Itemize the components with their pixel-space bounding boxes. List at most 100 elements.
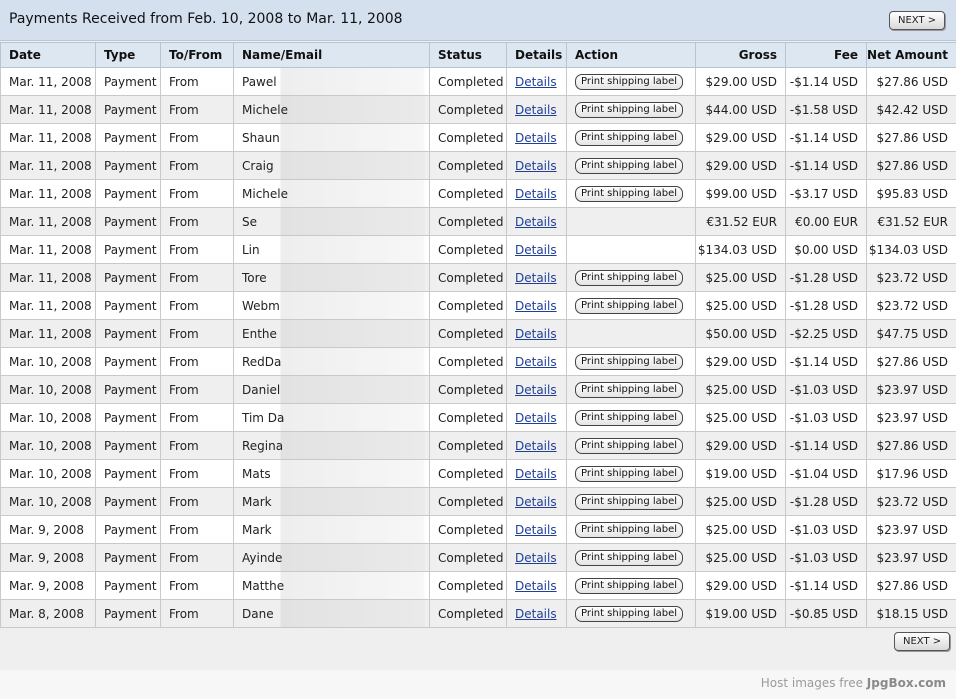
cell-status: Completed — [429, 515, 507, 544]
column-header-to-from[interactable]: To/From — [160, 42, 234, 68]
cell-to-from: From — [160, 151, 234, 180]
print-shipping-label-button[interactable]: Print shipping label — [575, 382, 684, 398]
cell-gross: $19.00 USD — [695, 599, 786, 628]
cell-type: Payment — [95, 263, 161, 292]
cell-action: Print shipping label — [566, 459, 696, 488]
cell-action — [566, 235, 696, 264]
print-shipping-label-button[interactable]: Print shipping label — [575, 102, 684, 118]
details-link[interactable]: Details — [515, 495, 557, 509]
cell-date: Mar. 11, 2008 — [0, 263, 96, 292]
cell-gross: $25.00 USD — [695, 403, 786, 432]
cell-action: Print shipping label — [566, 291, 696, 320]
cell-type: Payment — [95, 95, 161, 124]
table-row: Mar. 10, 2008 Payment From RedDa Completed De… — [0, 347, 956, 376]
cell-net-amount: $47.75 USD — [866, 319, 956, 348]
print-shipping-label-button[interactable]: Print shipping label — [575, 438, 684, 454]
cell-details: Details — [506, 123, 567, 152]
next-page-button-bottom[interactable]: NEXT > — [894, 632, 951, 651]
next-page-button-top[interactable]: NEXT > — [889, 11, 946, 30]
print-shipping-label-button[interactable]: Print shipping label — [575, 550, 684, 566]
cell-status: Completed — [429, 151, 507, 180]
cell-gross: $19.00 USD — [695, 459, 786, 488]
cell-status: Completed — [429, 375, 507, 404]
details-link[interactable]: Details — [515, 159, 557, 173]
cell-action: Print shipping label — [566, 403, 696, 432]
cell-date: Mar. 11, 2008 — [0, 291, 96, 320]
cell-date: Mar. 11, 2008 — [0, 151, 96, 180]
payments-table-body: Mar. 11, 2008 Payment From Pawel Completed De… — [0, 67, 956, 628]
details-link[interactable]: Details — [515, 551, 557, 565]
cell-status: Completed — [429, 263, 507, 292]
table-row: Mar. 11, 2008 Payment From Michele Completed… — [0, 95, 956, 124]
column-header-date[interactable]: Date — [0, 42, 96, 68]
print-shipping-label-button[interactable]: Print shipping label — [575, 270, 684, 286]
print-shipping-label-button[interactable]: Print shipping label — [575, 522, 684, 538]
column-header-type[interactable]: Type — [95, 42, 161, 68]
cell-net-amount: $23.97 USD — [866, 543, 956, 572]
print-shipping-label-button[interactable]: Print shipping label — [575, 298, 684, 314]
cell-to-from: From — [160, 375, 234, 404]
column-header-fee[interactable]: Fee — [785, 42, 867, 68]
cell-type: Payment — [95, 515, 161, 544]
cell-name-email: Daniel — [233, 375, 430, 404]
payments-table: Date Type To/From Name/Email Status Deta… — [0, 42, 956, 628]
cell-fee: -$1.14 USD — [785, 431, 867, 460]
print-shipping-label-button[interactable]: Print shipping label — [575, 578, 684, 594]
print-shipping-label-button[interactable]: Print shipping label — [575, 130, 684, 146]
cell-to-from: From — [160, 543, 234, 572]
cell-details: Details — [506, 403, 567, 432]
print-shipping-label-button[interactable]: Print shipping label — [575, 410, 684, 426]
print-shipping-label-button[interactable]: Print shipping label — [575, 74, 684, 90]
details-link[interactable]: Details — [515, 187, 557, 201]
cell-net-amount: $23.72 USD — [866, 263, 956, 292]
column-header-gross[interactable]: Gross — [695, 42, 786, 68]
cell-date: Mar. 10, 2008 — [0, 347, 96, 376]
cell-type: Payment — [95, 431, 161, 460]
cell-net-amount: $23.72 USD — [866, 291, 956, 320]
table-row: Mar. 9, 2008 Payment From Ayinde Completed De… — [0, 543, 956, 572]
cell-details: Details — [506, 151, 567, 180]
cell-to-from: From — [160, 207, 234, 236]
cell-net-amount: $27.86 USD — [866, 123, 956, 152]
details-link[interactable]: Details — [515, 383, 557, 397]
cell-action: Print shipping label — [566, 431, 696, 460]
cell-fee: -$1.04 USD — [785, 459, 867, 488]
details-link[interactable]: Details — [515, 467, 557, 481]
cell-to-from: From — [160, 123, 234, 152]
cell-details: Details — [506, 235, 567, 264]
cell-net-amount: $17.96 USD — [866, 459, 956, 488]
print-shipping-label-button[interactable]: Print shipping label — [575, 186, 684, 202]
cell-to-from: From — [160, 67, 234, 96]
cell-net-amount: $95.83 USD — [866, 179, 956, 208]
details-link[interactable]: Details — [515, 271, 557, 285]
details-link[interactable]: Details — [515, 579, 557, 593]
details-link[interactable]: Details — [515, 439, 557, 453]
print-shipping-label-button[interactable]: Print shipping label — [575, 354, 684, 370]
details-link[interactable]: Details — [515, 103, 557, 117]
column-header-name-email[interactable]: Name/Email — [233, 42, 430, 68]
cell-date: Mar. 10, 2008 — [0, 403, 96, 432]
details-link[interactable]: Details — [515, 299, 557, 313]
column-header-action: Action — [566, 42, 696, 68]
details-link[interactable]: Details — [515, 215, 557, 229]
print-shipping-label-button[interactable]: Print shipping label — [575, 606, 684, 622]
print-shipping-label-button[interactable]: Print shipping label — [575, 158, 684, 174]
print-shipping-label-button[interactable]: Print shipping label — [575, 494, 684, 510]
column-header-net-amount[interactable]: Net Amount — [866, 42, 956, 68]
cell-action: Print shipping label — [566, 543, 696, 572]
cell-details: Details — [506, 179, 567, 208]
print-shipping-label-button[interactable]: Print shipping label — [575, 466, 684, 482]
cell-type: Payment — [95, 403, 161, 432]
cell-to-from: From — [160, 403, 234, 432]
details-link[interactable]: Details — [515, 523, 557, 537]
details-link[interactable]: Details — [515, 607, 557, 621]
details-link[interactable]: Details — [515, 75, 557, 89]
details-link[interactable]: Details — [515, 327, 557, 341]
details-link[interactable]: Details — [515, 411, 557, 425]
cell-action: Print shipping label — [566, 123, 696, 152]
details-link[interactable]: Details — [515, 243, 557, 257]
cell-name-email: Ayinde — [233, 543, 430, 572]
column-header-status[interactable]: Status — [429, 42, 507, 68]
details-link[interactable]: Details — [515, 355, 557, 369]
details-link[interactable]: Details — [515, 131, 557, 145]
